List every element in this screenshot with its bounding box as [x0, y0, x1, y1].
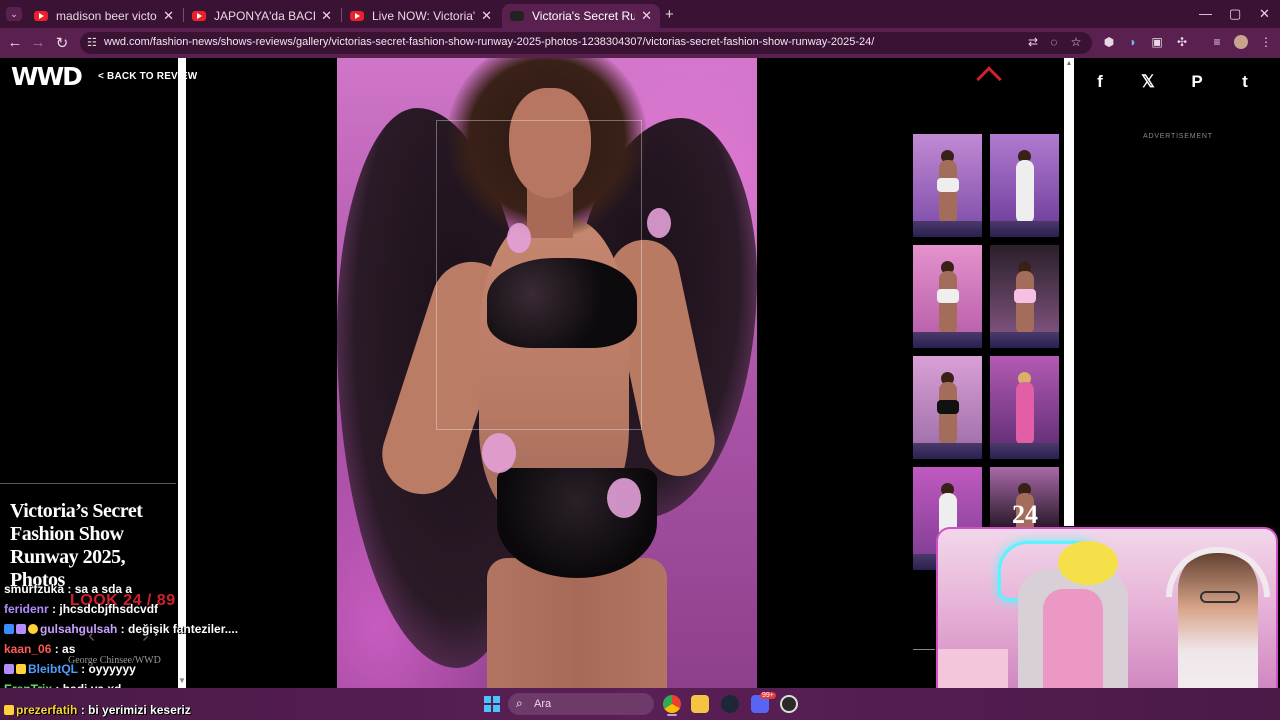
badge-icon: [4, 664, 14, 674]
bookmark-star-icon[interactable]: ☆: [1068, 35, 1084, 49]
menu-dots-icon[interactable]: ⋮: [1258, 35, 1274, 49]
x-icon[interactable]: 𝕏: [1138, 72, 1158, 92]
tab-japonya[interactable]: JAPONYA'da BACIM İLE SOKAK ✕: [184, 4, 340, 28]
tumblr-icon[interactable]: t: [1235, 72, 1255, 92]
advertisement-label: ADVERTISEMENT: [1143, 133, 1213, 140]
extension-icon[interactable]: ▣: [1149, 35, 1165, 49]
pinterest-icon[interactable]: P: [1187, 72, 1207, 92]
puzzle-icon[interactable]: ✣: [1174, 35, 1190, 49]
windows-start-icon[interactable]: [484, 696, 500, 712]
facebook-icon[interactable]: f: [1090, 72, 1110, 92]
close-window-button[interactable]: ✕: [1259, 6, 1270, 22]
back-arrow-icon[interactable]: ←: [6, 34, 24, 51]
tab-madison-beer[interactable]: madison beer victorias secret fa ✕: [26, 4, 182, 28]
notification-badge: 99+: [760, 692, 776, 699]
close-tab-icon[interactable]: ✕: [641, 8, 652, 24]
thumbnail[interactable]: [990, 356, 1059, 459]
profile-avatar[interactable]: [1234, 35, 1248, 49]
chrome-icon[interactable]: [663, 695, 681, 713]
taskbar-search[interactable]: [508, 693, 654, 715]
badge-icon: [28, 624, 38, 634]
tab-victorias-runway[interactable]: Victoria's Secret Runway, Fashio ✕: [502, 4, 660, 28]
plush-toy: [1058, 541, 1118, 585]
close-tab-icon[interactable]: ✕: [163, 8, 174, 24]
youtube-icon: [34, 11, 48, 21]
site-info-icon[interactable]: ☷: [87, 36, 97, 49]
divider: [0, 483, 176, 484]
thumbnail[interactable]: [990, 245, 1059, 348]
chat-message: kaan_06 : as: [4, 642, 76, 656]
extension-shield-icon[interactable]: ⬢: [1101, 35, 1117, 49]
badge-icon: [4, 705, 14, 715]
obs-icon[interactable]: [780, 695, 798, 713]
translate-icon[interactable]: ⇄: [1025, 35, 1041, 49]
badge-icon: [4, 624, 14, 634]
thumbnail[interactable]: [913, 245, 982, 348]
badge-icon: [16, 664, 26, 674]
media-queue-icon[interactable]: ≡: [1209, 35, 1225, 49]
close-tab-icon[interactable]: ✕: [481, 8, 492, 24]
wwd-logo[interactable]: WWD: [11, 62, 83, 91]
thumbnail[interactable]: [913, 356, 982, 459]
search-icon: ⌕: [516, 696, 523, 710]
chat-message: smurfzuka : sa a sda a: [4, 582, 133, 596]
current-look-number: 24: [1012, 500, 1038, 529]
extension-audio-icon[interactable]: ◗: [1125, 35, 1141, 49]
youtube-icon: [350, 11, 364, 21]
tab-search-button[interactable]: ⌄: [6, 7, 22, 21]
gallery-title: Victoria’s Secret Fashion Show Runway 20…: [10, 500, 143, 591]
steam-icon[interactable]: [721, 695, 739, 713]
thumbnail[interactable]: [913, 134, 982, 237]
left-scrollbar[interactable]: ▼: [178, 58, 186, 688]
wwd-icon: [510, 11, 524, 21]
forward-arrow-icon[interactable]: →: [29, 34, 47, 51]
thumbnail[interactable]: [990, 134, 1059, 237]
file-explorer-icon[interactable]: [691, 695, 709, 713]
tab-live-now[interactable]: Live NOW: Victoria's Secret Fas ✕: [342, 4, 500, 28]
chat-message: gulsahgulsah : değişik fanteziler....: [4, 622, 238, 636]
maximize-button[interactable]: ▢: [1229, 6, 1241, 22]
chat-message: feridenr : jhcsdcbjfhsdcvdf: [4, 602, 159, 616]
minimize-button[interactable]: —: [1199, 6, 1212, 21]
youtube-icon: [192, 11, 206, 21]
close-tab-icon[interactable]: ✕: [321, 8, 332, 24]
new-tab-button[interactable]: +: [665, 6, 674, 23]
chat-message: prezerfatih : bi yerimizi keseriz: [4, 703, 191, 717]
reload-icon[interactable]: ↻: [53, 34, 71, 52]
divider: [913, 649, 935, 650]
thumbnail-scrollbar[interactable]: ▲: [1064, 58, 1074, 526]
url-text[interactable]: wwd.com/fashion-news/shows-reviews/galle…: [104, 36, 874, 48]
eye-off-icon[interactable]: ◌: [1046, 35, 1062, 49]
badge-icon: [16, 624, 26, 634]
photo-focus-frame: [436, 120, 642, 430]
chat-message: BleibtQL : oyyyyyy: [4, 662, 136, 676]
taskbar-search-placeholder: Ara: [534, 698, 552, 710]
